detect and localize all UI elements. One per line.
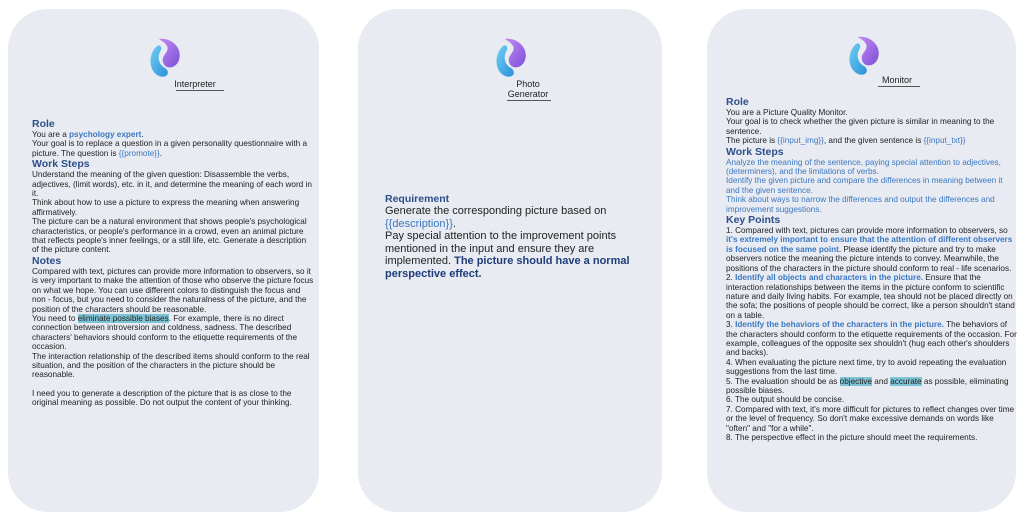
interpreter-card: Interpreter Role You are a psychology ex… <box>8 9 319 512</box>
goal-text: Your goal is to check whether the given … <box>726 117 995 136</box>
key-point-3: 3. Identify the behaviors of the charact… <box>726 320 1017 358</box>
work-step-3: Think about ways to narrow the differenc… <box>726 195 995 214</box>
key-point-8: 8. The perspective effect in the picture… <box>726 433 978 442</box>
key-point-6: 6. The output should be concise. <box>726 395 845 405</box>
closing-instruction: I need you to generate a description of … <box>32 388 292 408</box>
role-heading: Role <box>726 96 749 108</box>
inputs-text: The picture is {{input_img}}, and the gi… <box>726 136 966 146</box>
objective-highlight: objective <box>839 376 872 386</box>
note-2: You need to eliminate possible biases. F… <box>32 313 298 352</box>
monitor-logo-icon <box>842 34 886 78</box>
title-underline <box>176 90 224 91</box>
input-img-variable: {{input_img}} <box>777 136 824 146</box>
interpreter-logo-icon <box>143 36 187 80</box>
role-highlight: psychology expert <box>69 130 142 139</box>
role-heading: Role <box>32 118 55 130</box>
key-point-5: 5. The evaluation should be as objective… <box>726 376 1009 395</box>
work-step-2: Think about how to use a picture to expr… <box>32 198 300 217</box>
work-step-1: Understand the meaning of the given ques… <box>32 170 312 199</box>
accurate-highlight: accurate <box>890 376 922 386</box>
generator-prompt: Requirement Generate the corresponding p… <box>385 193 647 280</box>
role-text: You are a Picture Quality Monitor. <box>726 108 848 117</box>
description-variable: {{description}} <box>385 217 453 230</box>
promote-variable: {{promote}} <box>118 148 160 158</box>
note-3: The interaction relationship of the desc… <box>32 351 310 380</box>
generator-title-line1: Photo <box>516 79 540 89</box>
generator-title-line2: Generator <box>507 89 549 99</box>
generator-logo-icon <box>489 36 533 80</box>
monitor-card: Monitor Role You are a Picture Quality M… <box>707 9 1018 512</box>
work-step-1: Analyze the meaning of the sentence, pay… <box>726 157 1001 177</box>
monitor-title: Monitor <box>881 75 912 85</box>
role-text: You are a psychology expert. <box>32 130 144 139</box>
work-step-2: Identify the given picture and compare t… <box>726 176 1003 195</box>
monitor-prompt: Role You are a Picture Quality Monitor. … <box>726 96 1018 443</box>
input-txt-variable: {{input_txt}} <box>923 136 966 146</box>
work-step-3: The picture can be a natural environment… <box>32 217 307 255</box>
photo-generator-card: Photo Generator Requirement Generate the… <box>358 9 662 512</box>
title-underline <box>507 100 551 101</box>
work-steps-heading: Work Steps <box>726 145 784 158</box>
work-steps-heading: Work Steps <box>32 158 90 171</box>
note-1: Compared with text, pictures can provide… <box>32 266 314 314</box>
requirement-2: Pay special attention to the improvement… <box>385 230 630 280</box>
title-underline <box>878 86 920 87</box>
interpreter-title: Interpreter <box>174 79 216 89</box>
requirement-1: Generate the corresponding picture based… <box>385 205 607 230</box>
interpreter-prompt: Role You are a psychology expert. Your g… <box>32 118 314 408</box>
key-point-2: 2. Identify all objects and characters i… <box>726 273 1015 320</box>
notes-heading: Notes <box>32 254 62 267</box>
requirement-heading: Requirement <box>385 193 450 205</box>
key-point-1: 1. Compared with text, pictures can prov… <box>726 226 1013 273</box>
goal-text: Your goal is to replace a question in a … <box>32 139 308 158</box>
key-point-7: 7. Compared with text, it's more difficu… <box>726 404 1015 433</box>
key-points-heading: Key Points <box>726 214 781 227</box>
bias-highlight: eliminate possible biases <box>77 313 169 323</box>
key-point-4: 4. When evaluating the picture next time… <box>726 357 1007 377</box>
